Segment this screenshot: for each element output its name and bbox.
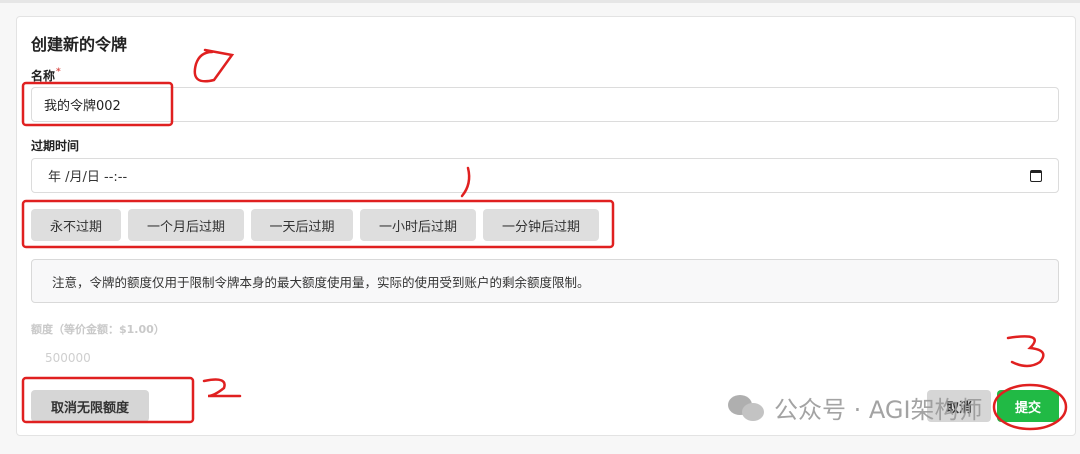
top-divider [0,0,1080,3]
one-day-expire-button[interactable]: 一天后过期 [251,209,353,241]
create-token-form: 创建新的令牌 名称* 我的令牌002 过期时间 年 /月/日 --:-- 永不过… [16,16,1076,436]
name-input-value: 我的令牌002 [44,99,121,114]
one-minute-expire-button[interactable]: 一分钟后过期 [483,209,599,241]
expiry-date-value: 年 /月/日 --:-- [48,170,128,185]
submit-button[interactable]: 提交 [997,390,1059,422]
name-label-text: 名称 [31,69,56,83]
never-expire-button[interactable]: 永不过期 [31,209,121,241]
watermark: 公众号 · AGI架构师 [728,390,983,425]
expiry-label: 过期时间 [31,139,80,153]
calendar-icon[interactable] [1030,169,1042,182]
cancel-unlimited-quota-button[interactable]: 取消无限额度 [31,390,149,422]
name-input[interactable]: 我的令牌002 [31,87,1059,122]
quota-notice: 注意，令牌的额度仅用于限制令牌本身的最大额度使用量，实际的使用受到账户的剩余额度… [31,259,1059,303]
one-month-expire-button[interactable]: 一个月后过期 [128,209,244,241]
quota-label: 额度（等价金额：$1.00） [31,323,165,336]
required-mark: * [56,67,61,77]
watermark-text: 公众号 · AGI架构师 [774,396,983,424]
expiry-date-input[interactable]: 年 /月/日 --:-- [31,158,1059,193]
one-hour-expire-button[interactable]: 一小时后过期 [360,209,476,241]
name-label: 名称* [31,67,61,84]
wechat-icon [728,393,768,423]
quota-input[interactable]: 500000 [45,351,91,365]
expiry-quick-buttons: 永不过期 一个月后过期 一天后过期 一小时后过期 一分钟后过期 [31,209,599,241]
quota-notice-text: 注意，令牌的额度仅用于限制令牌本身的最大额度使用量，实际的使用受到账户的剩余额度… [52,274,590,290]
form-title: 创建新的令牌 [31,35,128,54]
